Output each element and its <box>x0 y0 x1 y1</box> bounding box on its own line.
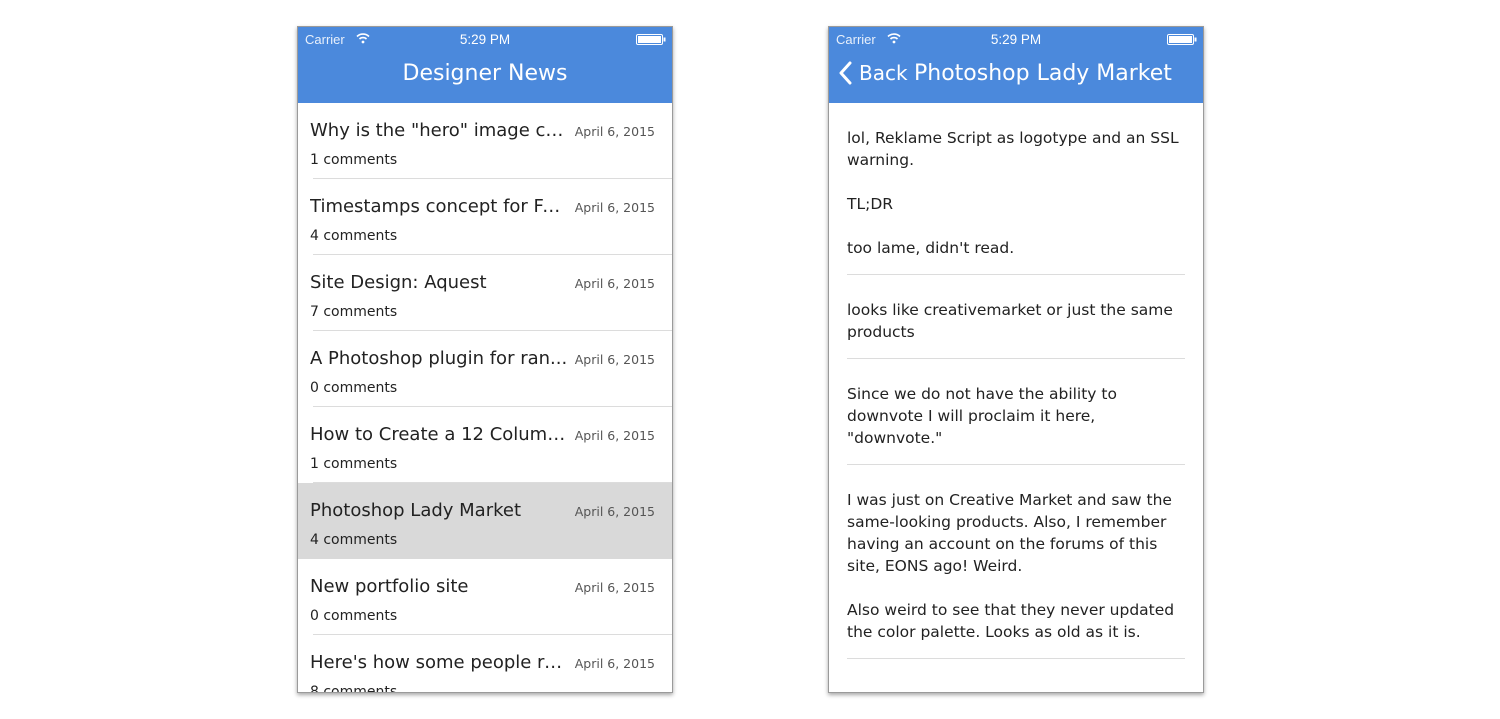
story-row[interactable]: Here's how some people re... April 6, 20… <box>298 635 672 693</box>
story-title: How to Create a 12 Column... <box>310 424 568 445</box>
story-date: April 6, 2015 <box>574 580 655 595</box>
story-row[interactable]: A Photoshop plugin for ran... April 6, 2… <box>298 331 672 407</box>
story-title: Here's how some people re... <box>310 652 568 673</box>
story-date: April 6, 2015 <box>574 352 655 367</box>
nav-title: Designer News <box>402 61 568 86</box>
story-title: Site Design: Aquest <box>310 272 487 293</box>
comment-text: looks like creativemarket or just the sa… <box>847 301 1173 341</box>
status-time: 5:29 PM <box>990 32 1042 47</box>
nav-bar: Carrier 5:29 PM Designer News <box>298 27 672 103</box>
status-bar: Carrier 5:29 PM <box>829 27 1203 51</box>
comment-text: Also weird to see that they never update… <box>847 601 1175 641</box>
story-row[interactable]: Timestamps concept for Fa... April 6, 20… <box>298 179 672 255</box>
story-title: Why is the "hero" image cal... <box>310 120 568 141</box>
story-date: April 6, 2015 <box>574 124 655 139</box>
story-row[interactable]: Site Design: Aquest April 6, 2015 7 comm… <box>298 255 672 331</box>
story-row[interactable]: New portfolio site April 6, 2015 0 comme… <box>298 559 672 635</box>
comment-text: too lame, didn't read. <box>847 239 1015 257</box>
story-date: April 6, 2015 <box>574 276 655 291</box>
story-date: April 6, 2015 <box>574 504 655 519</box>
story-title: A Photoshop plugin for ran... <box>310 348 568 369</box>
story-comment-count: 4 comments <box>310 228 398 244</box>
story-title: New portfolio site <box>310 576 469 597</box>
battery-icon <box>636 34 666 45</box>
comment: Since we do not have the ability to down… <box>829 359 1203 465</box>
story-comment-count: 8 comments <box>310 684 398 693</box>
comment: looks like creativemarket or just the sa… <box>829 275 1203 359</box>
story-title: Timestamps concept for Fa... <box>310 196 568 217</box>
story-title: Photoshop Lady Market <box>310 500 522 521</box>
comment-text: I was just on Creative Market and saw th… <box>847 491 1172 575</box>
story-list: Why is the "hero" image cal... April 6, … <box>298 103 672 693</box>
story-date: April 6, 2015 <box>574 200 655 215</box>
story-comment-count: 0 comments <box>310 608 398 624</box>
back-label: Back <box>859 61 908 85</box>
comment-list: lol, Reklame Script as logotype and an S… <box>829 103 1203 659</box>
back-chevron-icon <box>839 61 852 85</box>
comment-text: Since we do not have the ability to down… <box>847 385 1117 447</box>
story-list-screen: Carrier 5:29 PM Designer News Why is the… <box>297 26 673 693</box>
story-comment-count: 1 comments <box>310 152 398 168</box>
story-comment-count: 7 comments <box>310 304 398 320</box>
comment: lol, Reklame Script as logotype and an S… <box>829 103 1203 275</box>
story-detail-screen: Carrier 5:29 PM Back Photoshop Lady Mark… <box>828 26 1204 693</box>
story-date: April 6, 2015 <box>574 428 655 443</box>
story-comment-count: 4 comments <box>310 532 398 548</box>
comment-text: TL;DR <box>847 195 894 213</box>
story-comment-count: 0 comments <box>310 380 398 396</box>
comment: I was just on Creative Market and saw th… <box>829 465 1203 659</box>
story-row[interactable]: Why is the "hero" image cal... April 6, … <box>298 103 672 179</box>
status-time: 5:29 PM <box>459 32 511 47</box>
story-date: April 6, 2015 <box>574 656 655 671</box>
story-row[interactable]: How to Create a 12 Column... April 6, 20… <box>298 407 672 483</box>
nav-title: Photoshop Lady Market <box>914 61 1172 86</box>
battery-icon <box>1167 34 1197 45</box>
status-bar: Carrier 5:29 PM <box>298 27 672 51</box>
back-button[interactable]: Back <box>838 61 908 85</box>
comment-text: lol, Reklame Script as logotype and an S… <box>847 129 1179 169</box>
story-comment-count: 1 comments <box>310 456 398 472</box>
story-row-selected[interactable]: Photoshop Lady Market April 6, 2015 4 co… <box>298 483 672 559</box>
nav-bar: Carrier 5:29 PM Back Photoshop Lady Mark… <box>829 27 1203 103</box>
